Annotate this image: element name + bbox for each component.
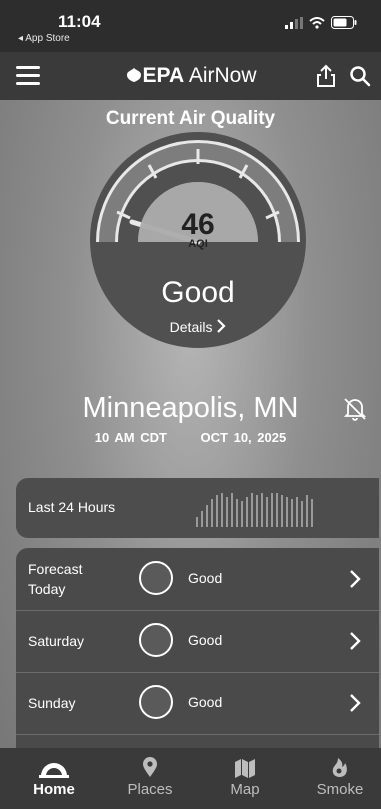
bottom-tab-bar: Home Places Map Smoke (0, 748, 381, 809)
tab-places[interactable]: Places (110, 754, 190, 798)
brand-app-name: AirNow (188, 64, 257, 87)
forecast-day-label: Sunday (28, 695, 76, 711)
forecast-category: Good (188, 632, 223, 648)
tab-places-label: Places (127, 781, 173, 798)
forecast-row[interactable]: Saturday Good (16, 610, 379, 673)
battery-icon (331, 16, 357, 29)
sparkline-bar (266, 497, 268, 527)
bell-off-icon[interactable] (343, 396, 367, 422)
details-label: Details (169, 319, 213, 335)
sparkline-bar (201, 511, 203, 527)
back-to-app-store-link[interactable]: ◂ App Store (18, 33, 70, 44)
brand-epa: EPA (142, 64, 185, 87)
search-icon[interactable] (349, 65, 371, 87)
sparkline-bar (246, 497, 248, 527)
sparkline-bar (281, 495, 283, 527)
app-header: EPA AirNow (0, 52, 381, 100)
chevron-right-icon (217, 319, 226, 333)
map-icon (235, 759, 255, 778)
forecast-list: Forecast Today Good Saturday Good Sunday Good (16, 548, 379, 753)
sparkline-bar (241, 501, 243, 527)
tab-smoke-label: Smoke (316, 781, 364, 798)
sparkline-bar (301, 501, 303, 527)
sparkline-bar (221, 493, 223, 527)
current-air-quality-title: Current Air Quality (105, 108, 276, 129)
sparkline-bar (196, 517, 198, 527)
aqi-gauge: 46 AQI Good Details (88, 130, 308, 350)
app-screen: 11:04 ◂ App Store EPA AirNow Current Air… (0, 0, 381, 809)
last-24-hours-card[interactable]: Last 24 Hours (16, 478, 379, 538)
chevron-right-icon (350, 632, 361, 650)
sparkline-bar (311, 499, 313, 527)
tab-smoke[interactable]: Smoke (300, 754, 380, 798)
last-24-hours-label: Last 24 Hours (28, 499, 116, 515)
sparkline-bar (211, 499, 213, 527)
home-gauge-icon (39, 763, 69, 778)
sparkline-bar (296, 497, 298, 527)
forecast-category: Good (188, 570, 223, 586)
location-time: 10 AM CDT (94, 430, 167, 445)
status-icons (285, 16, 357, 29)
tab-map-label: Map (230, 781, 260, 798)
smoke-fire-icon (332, 758, 347, 777)
share-icon[interactable] (315, 64, 337, 88)
sparkline-bar (231, 493, 233, 527)
sparkline-bar (236, 499, 238, 527)
location-datetime: 10 AM CDT OCT 10, 2025 (0, 430, 381, 445)
sparkline-bar (261, 493, 263, 527)
sparkline-bar (306, 495, 308, 527)
aqi-category-circle-icon (139, 623, 173, 657)
sparkline-bar (256, 495, 258, 527)
forecast-day-label: Saturday (28, 633, 85, 649)
forecast-row[interactable]: Forecast Today Good (16, 548, 379, 611)
location-pin-icon (143, 757, 157, 777)
sparkline-bar (206, 505, 208, 527)
location-city: Minneapolis, MN (82, 392, 299, 424)
cellular-signal-icon (285, 16, 303, 29)
chevron-right-icon (350, 694, 361, 712)
sparkline-bar (276, 493, 278, 527)
forecast-row[interactable]: Sunday Good (16, 672, 379, 735)
epa-logo-icon (126, 68, 141, 82)
wifi-icon (309, 16, 325, 29)
sparkline-bar (216, 495, 218, 527)
aqi-label: AQI (188, 238, 208, 250)
status-bar: 11:04 ◂ App Store (0, 0, 381, 52)
aqi-value: 46 (181, 208, 215, 241)
sparkline-bar (291, 499, 293, 527)
forecast-category: Good (188, 694, 223, 710)
aqi-category: Good (161, 276, 235, 309)
tab-home[interactable]: Home (14, 754, 94, 798)
location-date: OCT 10, 2025 (200, 430, 287, 445)
sparkline-bar (286, 497, 288, 527)
tab-home-label: Home (33, 781, 75, 798)
forecast-day-label: Forecast Today (28, 561, 83, 597)
aqi-category-circle-icon (139, 561, 173, 595)
aqi-category-circle-icon (139, 685, 173, 719)
chevron-right-icon (350, 570, 361, 588)
tab-map[interactable]: Map (205, 754, 285, 798)
status-time: 11:04 (58, 12, 101, 31)
sparkline-bar (271, 493, 273, 527)
sparkline-bar (251, 493, 253, 527)
details-link[interactable]: Details (88, 319, 308, 335)
hourly-aqi-sparkline (196, 487, 313, 527)
sparkline-bar (226, 497, 228, 527)
